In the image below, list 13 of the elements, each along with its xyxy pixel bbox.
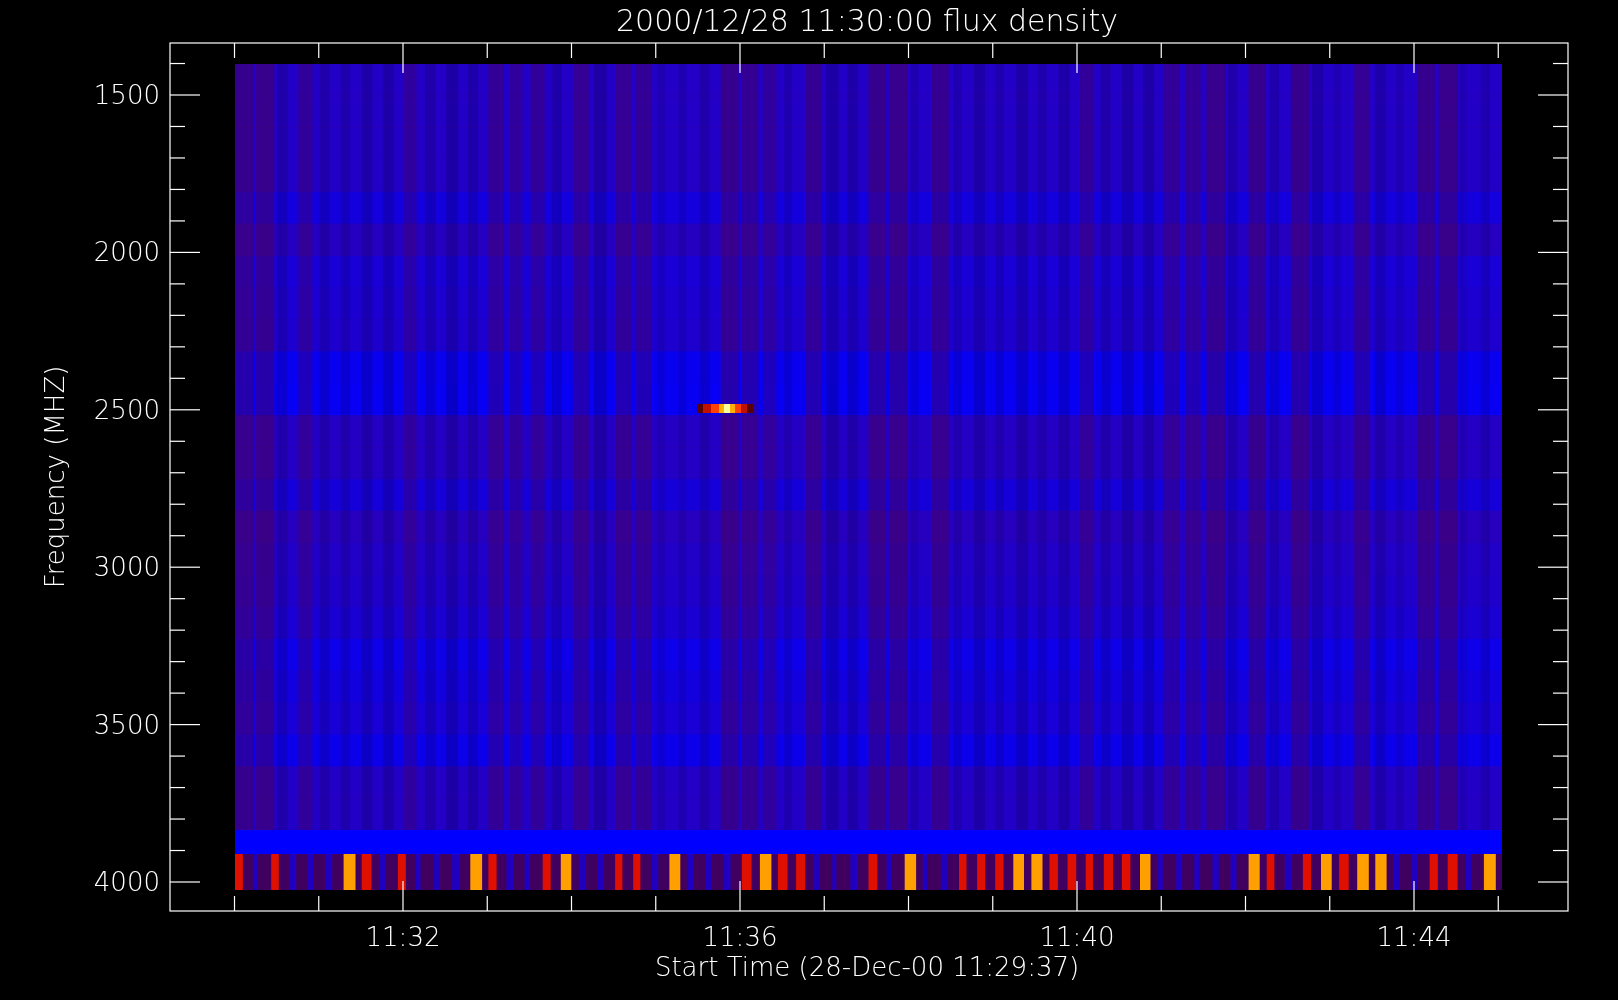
x-axis-label: Start Time (28-Dec-00 11:29:37) [654, 952, 1080, 982]
y-tick-label: 3000 [93, 552, 160, 583]
x-tick-label: 11:44 [1376, 922, 1452, 952]
y-tick-label: 1500 [93, 80, 160, 110]
y-tick-label: 2000 [93, 237, 160, 268]
x-tick-label: 11:32 [365, 922, 441, 952]
x-tick-label: 11:36 [702, 922, 778, 952]
y-tick-label: 4000 [93, 867, 160, 897]
y-tick-label: 3500 [93, 709, 160, 740]
x-tick-label: 11:40 [1039, 922, 1115, 952]
plot-title: 2000/12/28 11:30:00 flux density [616, 3, 1118, 38]
y-tick-label: 2500 [93, 394, 160, 425]
y-axis-label: Frequency (MHZ) [40, 365, 70, 589]
